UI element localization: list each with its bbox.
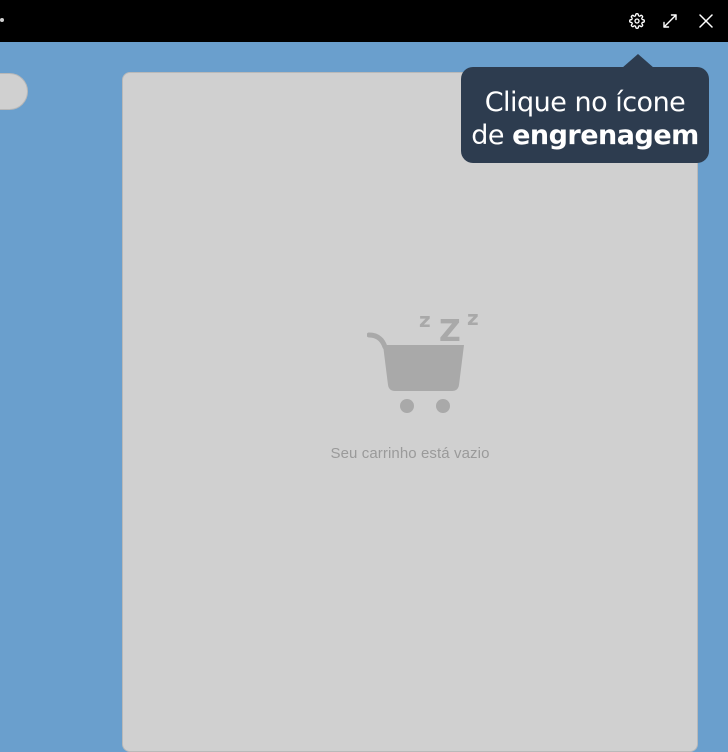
sleep-letter: z	[467, 306, 479, 330]
cart-empty-state: z Z z Seu carrinho está vazio	[123, 305, 697, 462]
tooltip-line-1: Clique no ícone	[484, 87, 686, 118]
title-bar	[0, 0, 728, 42]
window-indicator-dot	[0, 18, 4, 22]
tooltip-line-2: de engrenagem	[461, 119, 709, 152]
expand-button[interactable]	[658, 9, 682, 33]
tooltip-line-2-prefix: de	[471, 120, 513, 151]
sleep-letter: Z	[439, 314, 461, 349]
side-panel-toggle[interactable]	[0, 73, 28, 110]
close-icon	[699, 14, 713, 28]
sleep-letter: z	[419, 308, 431, 332]
close-button[interactable]	[694, 9, 718, 33]
empty-cart-message: Seu carrinho está vazio	[330, 445, 490, 462]
gear-icon	[629, 13, 645, 29]
sleeping-cart-icon: z Z z	[366, 306, 479, 413]
cart-panel: z Z z Seu carrinho está vazio	[122, 72, 698, 752]
settings-button[interactable]	[625, 9, 649, 33]
tooltip-arrow	[622, 54, 654, 68]
expand-icon	[663, 14, 677, 28]
tooltip-emphasis: engrenagem	[512, 120, 699, 151]
onboarding-tooltip: Clique no ícone de engrenagem	[461, 67, 709, 163]
